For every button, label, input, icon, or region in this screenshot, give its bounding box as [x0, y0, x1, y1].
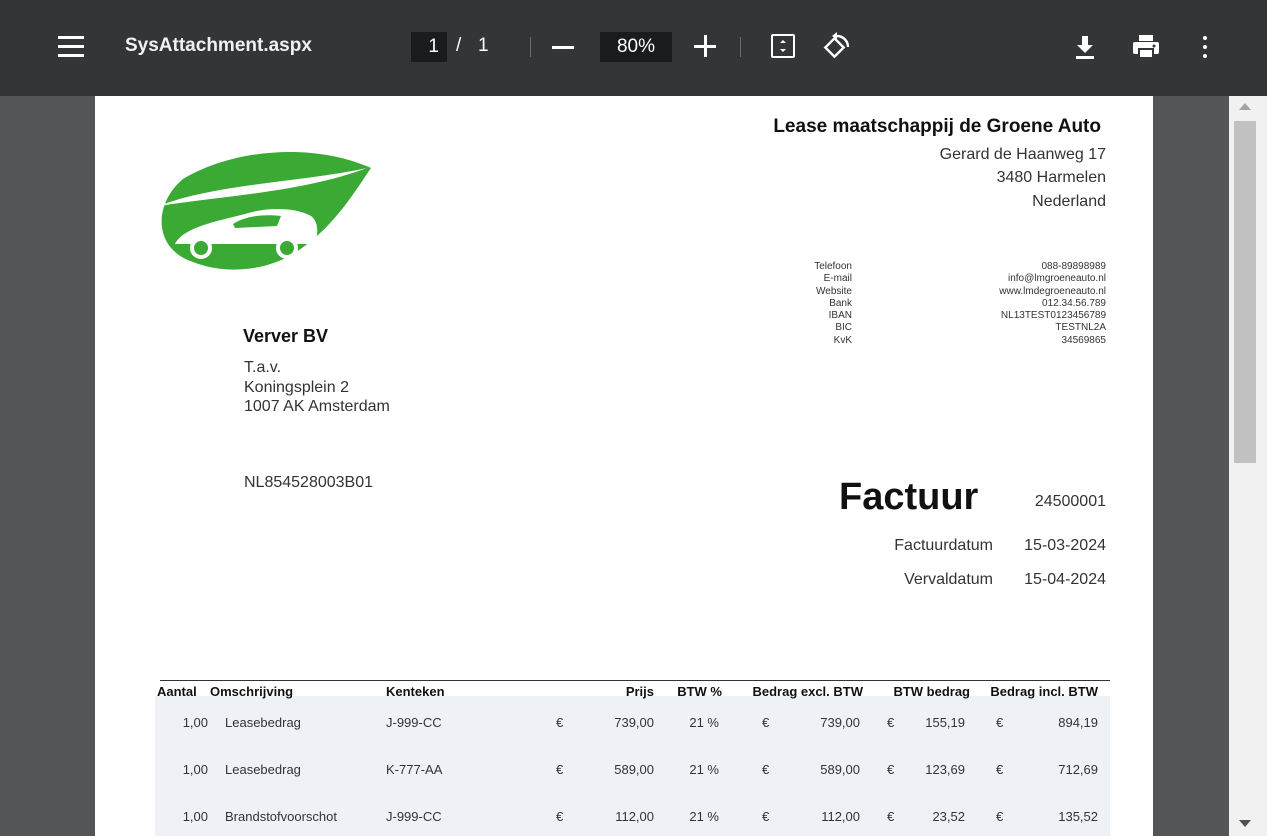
contact-label: Bank [829, 297, 852, 309]
scrollbar-thumb[interactable] [1234, 121, 1256, 463]
currency-symbol: € [996, 762, 1004, 777]
download-icon[interactable] [1073, 34, 1097, 60]
currency-symbol: € [556, 809, 564, 824]
cell-desc: Leasebedrag [225, 715, 301, 730]
cell-desc: Leasebedrag [225, 762, 301, 777]
menu-icon[interactable] [58, 35, 84, 59]
contact-values: 088-89898989 info@lmgroeneauto.nl www.lm… [999, 261, 1106, 347]
scroll-down-arrow-icon[interactable] [1239, 820, 1251, 827]
cell-price: 589,00 [614, 762, 654, 777]
cell-excl: 112,00 [821, 809, 860, 824]
contact-labels: Telefoon E-mail Website Bank IBAN BIC Kv… [785, 261, 852, 347]
document-title: SysAttachment.aspx [125, 35, 312, 56]
contact-label: KvK [833, 334, 852, 346]
page-total: 1 [478, 35, 489, 56]
cell-vat_amt: 123,69 [925, 762, 965, 777]
right-gutter [1261, 96, 1267, 836]
page-number-input[interactable]: 1 [411, 32, 447, 62]
zoom-in-button[interactable] [694, 35, 716, 57]
currency-symbol: € [762, 809, 770, 824]
contact-label: E-mail [823, 273, 852, 285]
company-city: 3480 Harmelen [996, 169, 1106, 186]
vertical-scrollbar[interactable] [1229, 96, 1261, 836]
print-icon[interactable] [1131, 34, 1161, 60]
customer-street: Koningsplein 2 [244, 379, 349, 396]
contact-value: TESTNL2A [1055, 322, 1106, 334]
cell-qty: 1,00 [182, 809, 208, 824]
cell-vat_pct: 21 % [689, 809, 719, 824]
cell-incl: 894,19 [1058, 715, 1098, 730]
currency-symbol: € [762, 762, 770, 777]
company-logo [153, 144, 375, 281]
currency-symbol: € [762, 715, 770, 730]
col-header-excl: Bedrag excl. BTW [752, 684, 863, 699]
contact-value: 088-89898989 [1041, 261, 1106, 272]
currency-symbol: € [556, 762, 564, 777]
contact-value: NL13TEST0123456789 [1000, 310, 1106, 322]
col-header-price: Prijs [625, 684, 654, 699]
invoice-date-label: Factuurdatum [894, 537, 993, 554]
company-street: Gerard de Haanweg 17 [939, 146, 1106, 163]
contact-value: www.lmdegroeneauto.nl [999, 285, 1106, 297]
cell-plate: K-777-AA [386, 762, 443, 777]
col-header-qty: Aantal [157, 684, 197, 699]
cell-plate: J-999-CC [386, 809, 442, 824]
cell-vat_amt: 155,19 [925, 715, 965, 730]
currency-symbol: € [887, 762, 895, 777]
cell-plate: J-999-CC [386, 715, 442, 730]
currency-symbol: € [887, 809, 895, 824]
col-header-plate: Kenteken [386, 684, 445, 699]
rotate-icon[interactable] [822, 32, 852, 62]
company-name: Lease maatschappij de Groene Auto [773, 116, 1101, 137]
cell-price: 739,00 [614, 715, 654, 730]
cell-vat_pct: 21 % [689, 762, 719, 777]
customer-name: Verver BV [243, 326, 329, 346]
contact-label: IBAN [828, 310, 852, 322]
currency-symbol: € [996, 809, 1004, 824]
cell-excl: 739,00 [820, 715, 860, 730]
scroll-up-arrow-icon[interactable] [1239, 103, 1251, 110]
customer-city: 1007 AK Amsterdam [244, 398, 390, 415]
currency-symbol: € [887, 715, 895, 730]
page-separator: / [456, 35, 462, 56]
cell-desc: Brandstofvoorschot [225, 809, 338, 824]
col-header-incl: Bedrag incl. BTW [990, 684, 1098, 699]
contact-label: Website [816, 285, 852, 297]
contact-value: info@lmgroeneauto.nl [1008, 273, 1106, 285]
contact-value: 34569865 [1061, 334, 1107, 346]
more-options-icon[interactable] [1201, 35, 1209, 59]
currency-symbol: € [556, 715, 564, 730]
invoice-title: Factuur [839, 476, 979, 518]
pdf-toolbar: SysAttachment.aspx 1 / 1 80% [0, 0, 1267, 96]
cell-incl: 135,52 [1058, 809, 1098, 824]
col-header-vat-amount: BTW bedrag [893, 684, 970, 699]
cell-excl: 589,00 [820, 762, 860, 777]
cell-vat_pct: 21 % [689, 715, 719, 730]
cell-vat_amt: 23,52 [932, 809, 965, 824]
invoice-number: 24500001 [1034, 493, 1106, 510]
company-country: Nederland [1032, 193, 1106, 210]
contact-value: 012.34.56.789 [1042, 297, 1106, 309]
pdf-page: Lease maatschappij de Groene Auto Gerard… [95, 96, 1153, 836]
contact-label: Telefoon [814, 261, 852, 272]
invoice-date: 15-03-2024 [1024, 537, 1106, 554]
customer-attn: T.a.v. [244, 359, 282, 376]
customer-vat-number: NL854528003B01 [244, 474, 374, 491]
col-header-vat-pct: BTW % [677, 684, 722, 699]
col-header-description: Omschrijving [210, 684, 294, 699]
toolbar-divider [530, 37, 531, 57]
fit-to-page-icon[interactable] [771, 34, 795, 58]
due-date: 15-04-2024 [1024, 571, 1106, 588]
table-header-rule [160, 680, 1110, 681]
cell-qty: 1,00 [182, 762, 208, 777]
due-date-label: Vervaldatum [904, 571, 993, 588]
contact-label: BIC [835, 322, 852, 334]
cell-price: 112,00 [615, 809, 654, 824]
currency-symbol: € [996, 715, 1004, 730]
cell-incl: 712,69 [1058, 762, 1098, 777]
zoom-level-input[interactable]: 80% [600, 32, 672, 62]
zoom-out-button[interactable] [552, 46, 574, 49]
toolbar-divider [740, 37, 741, 57]
cell-qty: 1,00 [182, 715, 208, 730]
